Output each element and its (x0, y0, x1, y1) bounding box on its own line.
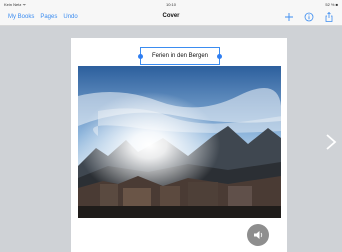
title-textbox[interactable]: Ferien in den Bergen (138, 47, 222, 65)
title-text: Ferien in den Bergen (151, 53, 209, 59)
share-icon[interactable] (324, 12, 334, 22)
clock: 10:10 (165, 2, 176, 7)
book-page[interactable]: Ferien in den Bergen (71, 38, 287, 252)
nav-right-group (284, 12, 334, 22)
sound-button[interactable] (247, 224, 269, 246)
chevron-right-icon[interactable] (325, 134, 337, 150)
battery-indicator: 52 % ■ (325, 2, 338, 7)
resize-handle-right[interactable] (217, 54, 222, 59)
status-bar: Kein Netz ᯤ 10:10 52 % ■ (0, 0, 342, 9)
mountain-photo[interactable] (78, 66, 281, 218)
plus-icon[interactable] (284, 12, 294, 22)
nav-bar: My Books Pages Undo Cover (0, 9, 342, 26)
speaker-icon (254, 231, 263, 239)
resize-handle-left[interactable] (138, 54, 143, 59)
info-icon[interactable] (304, 12, 314, 22)
